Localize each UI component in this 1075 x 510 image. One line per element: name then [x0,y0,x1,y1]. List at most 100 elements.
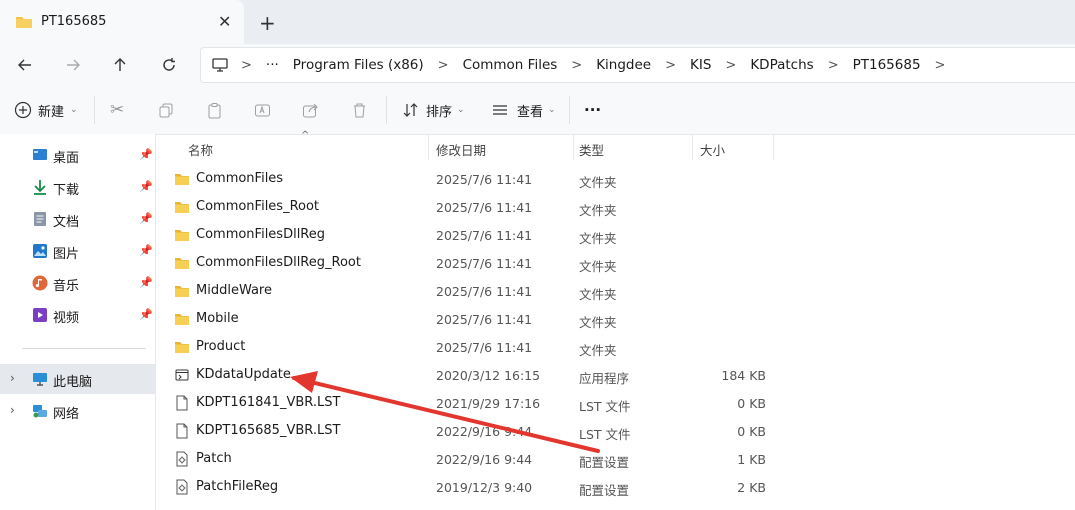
refresh-button[interactable] [156,52,182,78]
address-bar[interactable]: > ··· Program Files (x86) > Common Files… [200,47,1075,83]
breadcrumb-separator[interactable]: > [725,58,736,73]
sidebar-item-downloads[interactable]: 下载 📌 [0,172,155,202]
breadcrumb-kis[interactable]: KIS [690,57,711,73]
sidebar-item-videos[interactable]: 视频 📌 [0,300,155,330]
delete-button[interactable] [351,98,368,122]
column-separator[interactable] [573,134,574,160]
column-separator[interactable] [428,134,429,160]
breadcrumb-separator[interactable]: > [438,58,449,73]
file-date: 2020/3/12 16:15 [436,368,541,383]
file-type: 文件夹 [579,287,617,302]
breadcrumb-separator[interactable]: > [935,58,946,73]
breadcrumb: > ··· Program Files (x86) > Common Files… [211,48,959,82]
file-row[interactable]: CommonFiles 2025/7/6 11:41 文件夹 [170,165,770,193]
chevron-right-icon[interactable]: › [10,403,15,417]
breadcrumb-kdpatchs[interactable]: KDPatchs [750,57,813,73]
breadcrumb-common-files[interactable]: Common Files [463,57,558,73]
picture-icon [33,244,47,258]
toolbar-divider [386,96,387,124]
tab-pt165685[interactable]: PT165685 ✕ [0,0,244,44]
pin-icon: 📌 [139,212,153,225]
file-date: 2019/12/3 9:40 [436,480,533,495]
plus-circle-icon [14,101,32,119]
folder-icon [175,258,189,269]
file-row[interactable]: Product 2025/7/6 11:41 文件夹 [170,333,770,361]
trash-icon [354,103,365,117]
file-row[interactable]: CommonFilesDllReg_Root 2025/7/6 11:41 文件夹 [170,249,770,277]
new-button[interactable]: 新建 ⌄ [14,98,78,122]
file-name: CommonFilesDllReg_Root [196,255,361,270]
pin-icon: 📌 [139,276,153,289]
sidebar-divider [22,348,146,349]
config-file-icon [176,479,188,495]
file-name: KDPT165685_VBR.LST [196,423,341,438]
download-icon [34,180,46,195]
file-size: 0 KB [737,396,766,411]
file-type: 文件夹 [579,175,617,190]
folder-icon [175,342,189,353]
computer-icon[interactable] [211,57,229,73]
document-icon [34,212,46,226]
column-header-name[interactable]: 名称 [188,140,213,159]
breadcrumb-more[interactable]: ··· [266,57,279,73]
up-button[interactable] [107,52,133,78]
sidebar-item-label: 此电脑 [53,375,93,390]
music-icon [32,275,48,291]
new-tab-button[interactable]: + [259,11,276,35]
sidebar-item-this-pc[interactable]: › 此电脑 [0,364,155,394]
file-row[interactable]: Patch 2022/9/16 9:44 配置设置 1 KB [170,445,770,473]
column-separator[interactable] [773,134,774,160]
config-file-icon [176,451,188,467]
navigation-bar: > ··· Program Files (x86) > Common Files… [0,44,1075,86]
breadcrumb-separator[interactable]: > [828,58,839,73]
copy-button[interactable] [158,98,175,122]
file-row[interactable]: KDPT161841_VBR.LST 2021/9/29 17:16 LST 文件 0… [170,389,770,417]
toolbar-divider [569,96,570,124]
file-size: 2 KB [737,480,766,495]
file-name: MiddleWare [196,283,272,298]
file-row[interactable]: MiddleWare 2025/7/6 11:41 文件夹 [170,277,770,305]
file-row[interactable]: CommonFiles_Root 2025/7/6 11:41 文件夹 [170,193,770,221]
share-button[interactable] [302,98,319,122]
breadcrumb-program-files-x86[interactable]: Program Files (x86) [293,57,424,73]
file-type: 文件夹 [579,231,617,246]
file-name: KDPT161841_VBR.LST [196,395,341,410]
breadcrumb-separator[interactable]: > [241,58,252,73]
file-name: Mobile [196,311,239,326]
sidebar-item-desktop[interactable]: 桌面 📌 [0,140,155,170]
file-row[interactable]: PatchFileReg 2019/12/3 9:40 配置设置 2 KB [170,473,770,501]
sidebar-item-music[interactable]: 音乐 📌 [0,268,155,298]
sidebar-item-pictures[interactable]: 图片 📌 [0,236,155,266]
close-tab-icon[interactable]: ✕ [218,12,231,31]
paste-button[interactable] [206,98,223,122]
breadcrumb-pt165685[interactable]: PT165685 [853,57,921,73]
column-header-size[interactable]: 大小 [700,140,725,159]
view-button[interactable]: 查看 ⌄ [491,98,556,122]
file-type: LST 文件 [579,399,631,414]
file-date: 2022/9/16 9:44 [436,424,533,439]
forward-button[interactable] [60,52,86,78]
cut-button[interactable]: ✂ [110,98,124,122]
column-header-date[interactable]: 修改日期 [436,140,486,159]
sidebar-item-network[interactable]: › 网络 [0,396,155,426]
file-row[interactable]: KDPT165685_VBR.LST 2022/9/16 9:44 LST 文件 0 … [170,417,770,445]
file-row[interactable]: Mobile 2025/7/6 11:41 文件夹 [170,305,770,333]
file-row[interactable]: CommonFilesDllReg 2025/7/6 11:41 文件夹 [170,221,770,249]
file-type: 文件夹 [579,259,617,274]
column-header-type[interactable]: 类型 [579,140,604,159]
folder-icon [175,230,189,241]
file-row[interactable]: KDdataUpdate 2020/3/12 16:15 应用程序 184 KB [170,361,770,389]
chevron-right-icon[interactable]: › [10,371,15,385]
breadcrumb-separator[interactable]: > [571,58,582,73]
breadcrumb-separator[interactable]: > [665,58,676,73]
more-options-button[interactable]: ··· [584,98,601,122]
rename-button[interactable] [254,98,271,122]
sidebar-item-documents[interactable]: 文档 📌 [0,204,155,234]
sort-button[interactable]: 排序 ⌄ [402,98,465,122]
copy-icon [159,103,173,117]
breadcrumb-kingdee[interactable]: Kingdee [596,57,651,73]
column-separator[interactable] [692,134,693,160]
file-size: 184 KB [721,368,766,383]
back-button[interactable] [12,52,38,78]
desktop-icon [33,149,47,160]
